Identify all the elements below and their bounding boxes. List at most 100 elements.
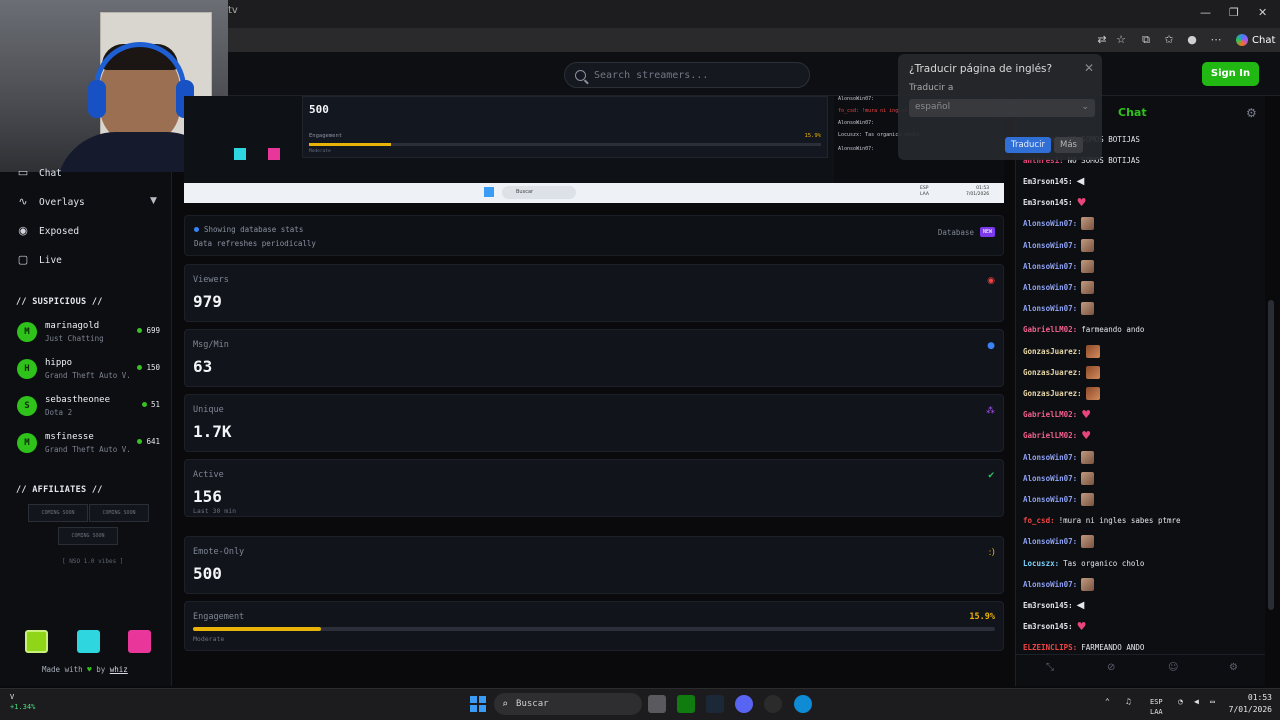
theme-swatch-green[interactable] [25, 630, 48, 653]
sidebar-item-live[interactable]: ▢ Live [16, 254, 62, 266]
settings-icon[interactable]: ⚙ [1229, 662, 1238, 673]
chat-username[interactable]: GonzasJuarez: [1023, 368, 1082, 377]
sidebar-item-exposed[interactable]: ◉ Exposed [16, 225, 79, 237]
language-indicator[interactable]: ESP LAA [1150, 697, 1163, 717]
copilot-chat-label: Chat [1252, 34, 1276, 46]
chat-username[interactable]: AlonsoWin07: [1023, 537, 1077, 546]
chat-username[interactable]: fo_csd: [1023, 516, 1055, 525]
search-input[interactable]: Search streamers... [564, 62, 810, 88]
emote-icon [1081, 577, 1095, 591]
volume-icon[interactable]: ◀ [1194, 697, 1199, 706]
gear-icon[interactable]: ⚙ [1246, 106, 1257, 120]
chat-username[interactable]: GabrielLM02: [1023, 431, 1077, 440]
favorites-icon[interactable]: ✩ [1162, 33, 1176, 47]
emote-icon [1081, 535, 1095, 549]
suspicious-header: // SUSPICIOUS // [16, 297, 103, 307]
chat-username[interactable]: GonzasJuarez: [1023, 389, 1082, 398]
chat-username[interactable]: Em3rson145: [1023, 198, 1073, 207]
affiliates-header: // AFFILIATES // [16, 485, 103, 495]
chat-message: AlonsoWin07: [1023, 300, 1095, 318]
chat-username[interactable]: AlonsoWin07: [1023, 580, 1077, 589]
embedded-engagement-sub: Moderate [309, 149, 331, 154]
maximize-button[interactable]: ❐ [1229, 6, 1239, 19]
chat-icon: ▭ [17, 166, 29, 179]
extensions-icon[interactable]: ⧉ [1139, 33, 1153, 47]
chat-username[interactable]: Em3rson145: [1023, 622, 1073, 631]
heart-emote-icon: ♥ [1076, 620, 1087, 634]
sidebar-item-chat[interactable]: ▭ Chat [16, 167, 62, 179]
xbox-icon[interactable] [677, 695, 695, 713]
chat-username[interactable]: AlonsoWin07: [1023, 453, 1077, 462]
chat-username[interactable]: AlonsoWin07: [1023, 283, 1077, 292]
chat-username[interactable]: Locuszx: [1023, 559, 1059, 568]
chat-message: AlonsoWin07: [1023, 257, 1095, 275]
theme-swatch-cyan[interactable] [77, 630, 100, 653]
chat-username[interactable]: AlonsoWin07: [1023, 495, 1077, 504]
chat-message: GonzasJuarez: [1023, 363, 1100, 381]
suspicious-item[interactable]: M msfinesse Grand Theft Auto V... 641 [17, 432, 162, 462]
chat-username[interactable]: AlonsoWin07: [1023, 304, 1077, 313]
viewer-count-value: 699 [146, 326, 160, 335]
translate-icon[interactable]: ⇄ [1095, 33, 1109, 47]
chat-username[interactable]: Em3rson145: [1023, 177, 1073, 186]
chevron-down-icon: ⌄ [1081, 102, 1089, 112]
steam-icon[interactable] [706, 695, 724, 713]
new-badge: NEW [979, 227, 995, 237]
chat-username[interactable]: AlonsoWin07: [1023, 241, 1077, 250]
discord-icon[interactable] [735, 695, 753, 713]
sidebar-item-overlays[interactable]: ∿ Overlays [16, 196, 84, 208]
more-options-button[interactable]: Más [1054, 137, 1083, 153]
star-icon[interactable]: ☆ [1114, 33, 1128, 47]
close-window-button[interactable]: ✕ [1258, 6, 1267, 19]
made-with-credit: Made with ♥ by whiz [42, 665, 128, 674]
chat-username[interactable]: GabrielLM02: [1023, 325, 1077, 334]
chevron-down-icon[interactable]: ▼ [150, 196, 157, 206]
chat-message: AlonsoWin07: [1023, 278, 1095, 296]
chat-username[interactable]: AlonsoWin07: [1023, 474, 1077, 483]
page-scrollbar[interactable] [1268, 300, 1274, 610]
database-button[interactable]: Database NEW [938, 227, 995, 237]
sidebar-item-label: Chat [39, 167, 62, 179]
profile-icon[interactable]: ● [1185, 33, 1199, 47]
copilot-chat-button[interactable]: Chat [1230, 31, 1280, 49]
chat-username[interactable]: AlonsoWin07: [1023, 219, 1077, 228]
close-icon[interactable]: ✕ [1084, 61, 1094, 75]
chevron-up-icon[interactable]: ⌃ [1105, 697, 1110, 706]
chat-username[interactable]: ELZEINCLIPS: [1023, 643, 1077, 652]
file-explorer-icon[interactable] [648, 695, 666, 713]
taskbar-search[interactable]: ⌕ Buscar [494, 693, 642, 715]
live-dot-icon [137, 439, 143, 444]
windows-start-icon[interactable] [470, 696, 486, 712]
taskbar-clock[interactable]: 01:53 7/01/2026 [1228, 692, 1272, 716]
emote-icon [1081, 217, 1095, 231]
chat-username[interactable]: Em3rson145: [1023, 601, 1073, 610]
chat-username[interactable]: GonzasJuarez: [1023, 347, 1082, 356]
chat-title: Chat [1118, 106, 1147, 119]
stock-widget[interactable]: V +1.34% [10, 693, 35, 711]
emote-icon[interactable]: ☺ [1168, 662, 1178, 673]
hide-icon[interactable]: ⊘ [1107, 662, 1115, 673]
sign-in-button[interactable]: Sign In [1202, 62, 1259, 86]
suspicious-item[interactable]: H hippo Grand Theft Auto V... 150 [17, 358, 162, 388]
live-dot-icon [137, 328, 143, 333]
stat-card-active: Active 156 Last 30 min ✔ [184, 459, 1004, 517]
collapse-icon[interactable]: ⤡ [1046, 662, 1054, 673]
battery-icon[interactable]: ▭ [1210, 697, 1215, 706]
translate-button[interactable]: Traducir [1005, 137, 1051, 153]
chat-message: AlonsoWin07: [1023, 575, 1095, 593]
obs-icon[interactable] [764, 695, 782, 713]
more-icon[interactable]: ⋯ [1209, 33, 1223, 47]
author-link[interactable]: whiz [110, 665, 128, 674]
language-select[interactable]: español ⌄ [909, 99, 1095, 117]
suspicious-item[interactable]: M marinagold Just Chatting 699 [17, 321, 162, 351]
edge-icon[interactable] [794, 695, 812, 713]
wifi-icon[interactable]: ◔ [1178, 697, 1183, 706]
microphone-icon[interactable]: ♫ [1126, 697, 1131, 706]
theme-swatch-pink[interactable] [128, 630, 151, 653]
chat-username[interactable]: AlonsoWin07: [1023, 262, 1077, 271]
embedded-clock: 01:53 7/01/2026 [966, 186, 989, 198]
suspicious-item[interactable]: S sebastheonee Dota 2 51 [17, 395, 162, 425]
address-text[interactable]: tv [228, 5, 238, 16]
minimize-button[interactable]: — [1200, 6, 1211, 19]
chat-username[interactable]: GabrielLM02: [1023, 410, 1077, 419]
